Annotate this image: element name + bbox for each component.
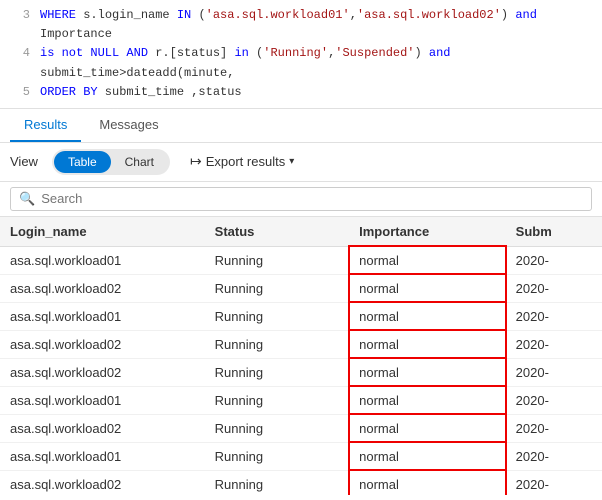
cell-submit-time: 2020- bbox=[506, 302, 602, 330]
toolbar: View Table Chart ↦ Export results ▾ bbox=[0, 143, 602, 182]
tab-results[interactable]: Results bbox=[10, 109, 81, 142]
col-header-submit: Subm bbox=[506, 217, 602, 247]
export-label: Export results bbox=[206, 154, 285, 169]
code-line-3: 3 WHERE s.login_name IN ('asa.sql.worklo… bbox=[10, 6, 592, 44]
cell-login-name: asa.sql.workload02 bbox=[0, 330, 205, 358]
table-header-row: Login_name Status Importance Subm bbox=[0, 217, 602, 247]
cell-status: Running bbox=[205, 246, 349, 274]
cell-submit-time: 2020- bbox=[506, 358, 602, 386]
cell-submit-time: 2020- bbox=[506, 470, 602, 495]
cell-login-name: asa.sql.workload02 bbox=[0, 358, 205, 386]
cell-importance: normal bbox=[349, 442, 506, 470]
search-input[interactable] bbox=[41, 191, 583, 206]
export-arrow-icon: ↦ bbox=[190, 153, 202, 170]
cell-status: Running bbox=[205, 274, 349, 302]
search-icon: 🔍 bbox=[19, 191, 35, 207]
table-row: asa.sql.workload01Runningnormal2020- bbox=[0, 302, 602, 330]
cell-status: Running bbox=[205, 414, 349, 442]
cell-importance: normal bbox=[349, 414, 506, 442]
cell-importance: normal bbox=[349, 330, 506, 358]
cell-importance: normal bbox=[349, 274, 506, 302]
search-input-wrap[interactable]: 🔍 bbox=[10, 187, 592, 211]
code-line-4: 4 is not NULL AND r.[status] in ('Runnin… bbox=[10, 44, 592, 82]
cell-importance: normal bbox=[349, 302, 506, 330]
table-row: asa.sql.workload01Runningnormal2020- bbox=[0, 246, 602, 274]
code-editor: 3 WHERE s.login_name IN ('asa.sql.worklo… bbox=[0, 0, 602, 109]
cell-login-name: asa.sql.workload02 bbox=[0, 414, 205, 442]
cell-status: Running bbox=[205, 330, 349, 358]
col-header-login-name: Login_name bbox=[0, 217, 205, 247]
results-table: Login_name Status Importance Subm asa.sq… bbox=[0, 217, 602, 495]
table-row: asa.sql.workload02Runningnormal2020- bbox=[0, 358, 602, 386]
view-label: View bbox=[10, 154, 38, 169]
cell-login-name: asa.sql.workload01 bbox=[0, 246, 205, 274]
cell-importance: normal bbox=[349, 386, 506, 414]
cell-importance: normal bbox=[349, 470, 506, 495]
results-table-container: Login_name Status Importance Subm asa.sq… bbox=[0, 217, 602, 495]
chevron-down-icon: ▾ bbox=[289, 156, 294, 167]
cell-submit-time: 2020- bbox=[506, 246, 602, 274]
cell-status: Running bbox=[205, 386, 349, 414]
col-header-importance: Importance bbox=[349, 217, 506, 247]
cell-submit-time: 2020- bbox=[506, 330, 602, 358]
cell-submit-time: 2020- bbox=[506, 274, 602, 302]
col-header-status: Status bbox=[205, 217, 349, 247]
table-row: asa.sql.workload02Runningnormal2020- bbox=[0, 414, 602, 442]
cell-login-name: asa.sql.workload01 bbox=[0, 386, 205, 414]
cell-status: Running bbox=[205, 302, 349, 330]
cell-login-name: asa.sql.workload01 bbox=[0, 442, 205, 470]
table-row: asa.sql.workload01Runningnormal2020- bbox=[0, 442, 602, 470]
line-num-3: 3 bbox=[10, 6, 30, 25]
tab-messages[interactable]: Messages bbox=[85, 109, 172, 142]
table-toggle-btn[interactable]: Table bbox=[54, 151, 111, 173]
cell-login-name: asa.sql.workload02 bbox=[0, 274, 205, 302]
table-row: asa.sql.workload02Runningnormal2020- bbox=[0, 274, 602, 302]
cell-importance: normal bbox=[349, 246, 506, 274]
cell-importance: normal bbox=[349, 358, 506, 386]
cell-submit-time: 2020- bbox=[506, 414, 602, 442]
search-bar: 🔍 bbox=[0, 182, 602, 217]
cell-submit-time: 2020- bbox=[506, 442, 602, 470]
chart-toggle-btn[interactable]: Chart bbox=[111, 151, 168, 173]
cell-status: Running bbox=[205, 442, 349, 470]
table-row: asa.sql.workload02Runningnormal2020- bbox=[0, 470, 602, 495]
cell-status: Running bbox=[205, 358, 349, 386]
code-line-5: 5 ORDER BY submit_time ,status bbox=[10, 83, 592, 102]
view-toggle: Table Chart bbox=[52, 149, 170, 175]
cell-status: Running bbox=[205, 470, 349, 495]
cell-login-name: asa.sql.workload02 bbox=[0, 470, 205, 495]
export-results-button[interactable]: ↦ Export results ▾ bbox=[190, 153, 294, 170]
line-num-5: 5 bbox=[10, 83, 30, 102]
tabs-bar: Results Messages bbox=[0, 109, 602, 143]
table-row: asa.sql.workload01Runningnormal2020- bbox=[0, 386, 602, 414]
table-row: asa.sql.workload02Runningnormal2020- bbox=[0, 330, 602, 358]
cell-submit-time: 2020- bbox=[506, 386, 602, 414]
line-num-4: 4 bbox=[10, 44, 30, 63]
cell-login-name: asa.sql.workload01 bbox=[0, 302, 205, 330]
